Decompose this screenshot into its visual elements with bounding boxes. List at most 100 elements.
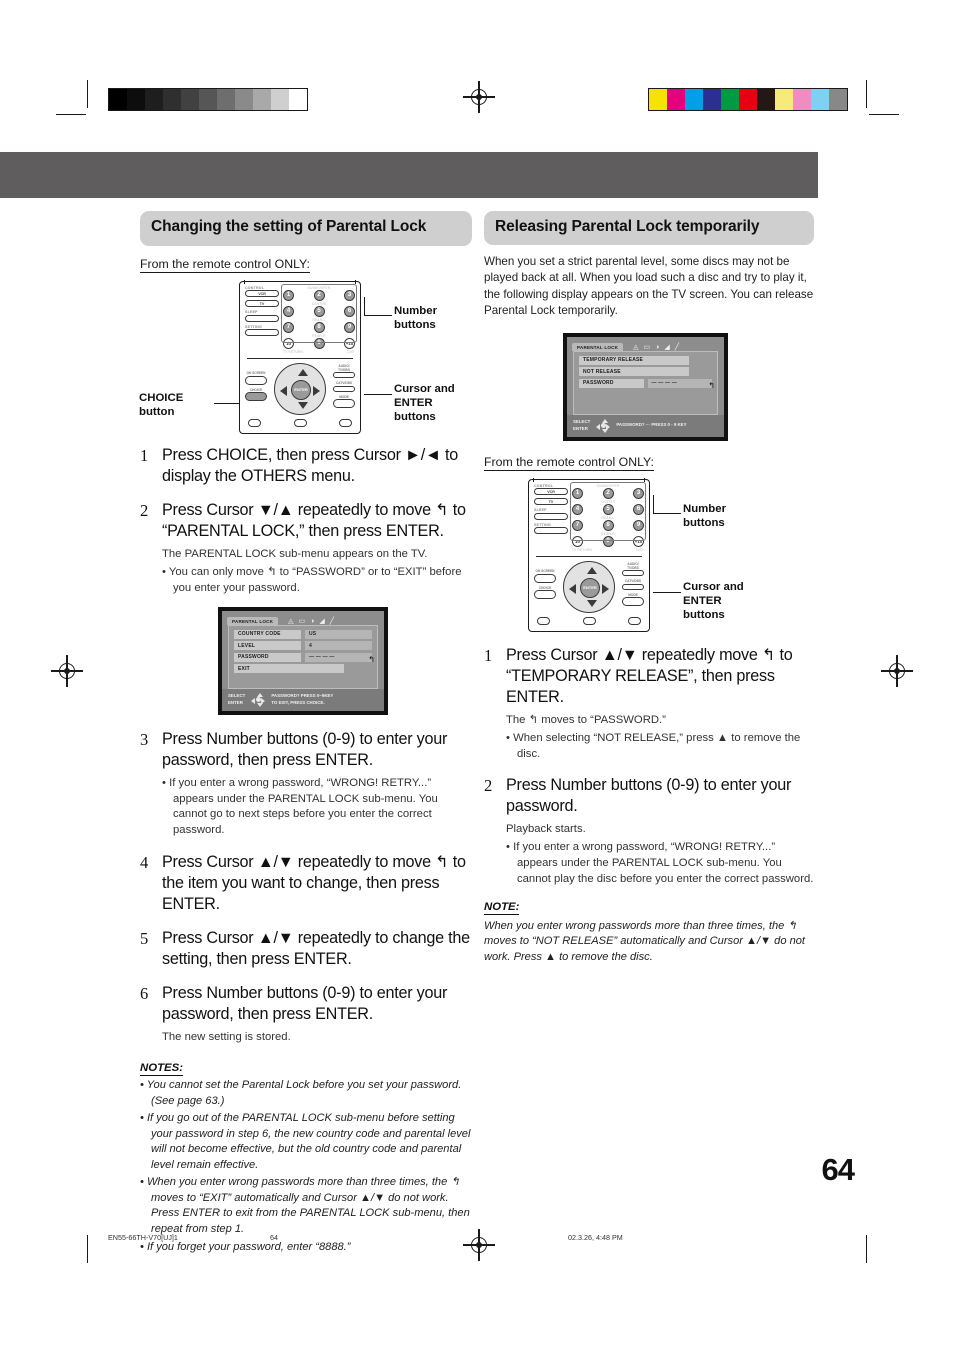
catv-dbs-switch[interactable] (622, 583, 644, 590)
mode-button[interactable] (622, 597, 644, 607)
tv-status-select-enter-right: SELECT ENTER (573, 419, 590, 432)
remote-bottom-key-2[interactable] (582, 616, 596, 625)
number-key-plus10[interactable]: +10 (633, 535, 644, 547)
cursor-down-button[interactable] (297, 401, 308, 409)
audio-tvdbs-switch[interactable] (333, 372, 355, 379)
step-2-left: 2 Press Cursor ▼/▲ repeatedly to move ↰ … (140, 500, 472, 597)
color-swatch-5 (739, 89, 757, 110)
leader-cursor-enter-left (364, 393, 392, 396)
number-key-0[interactable]: 0 (602, 535, 614, 547)
remote-right-side-column-right: AUDIO/ TV/DBS CATV/DBS MODE (622, 562, 644, 610)
crop-mark-top-right-v (866, 80, 868, 108)
remote-bottom-key-2[interactable] (293, 418, 307, 427)
step-2-right-bullet-1: • If you enter a wrong password, “WRONG!… (506, 841, 814, 885)
step-4-left-text: Press Cursor ▲/▼ repeatedly to move ↰ to… (162, 852, 466, 914)
tv-row-level[interactable]: LEVEL 4 (234, 641, 372, 651)
tv-status-select-right: SELECT (573, 419, 591, 425)
tv-row-password-right[interactable]: PASSWORD — — — — ↰ (579, 378, 715, 390)
cursor-up-button[interactable] (297, 368, 308, 376)
number-key-9[interactable]: 9 (633, 519, 644, 531)
from-remote-control-note-left: From the remote control ONLY: (140, 256, 310, 273)
cursor-right-button[interactable] (313, 386, 320, 397)
remote-bottom-key-3[interactable] (628, 616, 641, 625)
number-key-7[interactable]: 7 (283, 321, 294, 333)
left-column: Changing the setting of Parental Lock Fr… (139, 211, 472, 1255)
cursor-right-button[interactable] (602, 584, 609, 595)
number-key-10[interactable]: 10 (572, 535, 583, 547)
cursor-up-button[interactable] (586, 566, 597, 574)
remote-bottom-key-1[interactable] (248, 418, 261, 427)
number-key-1[interactable]: 1 (283, 289, 294, 301)
number-key-10[interactable]: 10 (283, 337, 294, 349)
number-key-0[interactable]: 0 (313, 337, 325, 349)
number-key-8[interactable]: 8 (313, 321, 325, 333)
choice-button[interactable] (534, 590, 556, 600)
cursor-down-button[interactable] (586, 599, 597, 607)
number-key-6[interactable]: 6 (344, 305, 355, 317)
tv-button[interactable]: TV (245, 300, 279, 308)
audio-tvdbs-switch[interactable] (622, 570, 644, 577)
gray-swatch-8 (253, 89, 271, 110)
remote-divider (247, 357, 353, 359)
right-column: Releasing Parental Lock temporarily When… (484, 211, 814, 965)
on-screen-button[interactable] (534, 573, 556, 583)
tv-row-not-release[interactable]: NOT RELEASE (579, 367, 712, 377)
tv-label-level: LEVEL (234, 641, 301, 651)
tv-row-temporary-release[interactable]: TEMPORARY RELEASE (579, 355, 712, 365)
number-key-1[interactable]: 1 (572, 487, 583, 499)
leader-number-buttons-right-v (653, 494, 655, 514)
tv-row-password[interactable]: PASSWORD — — — — ↰ (234, 652, 375, 664)
sleep-button[interactable] (245, 314, 279, 322)
gray-swatch-1 (127, 89, 145, 110)
tv-status-hint-1-right: PASSWORD? ··· PRESS 0 - 9 KEY (616, 422, 687, 428)
tv-status-select-enter-left: SELECT ENTER (228, 693, 245, 706)
number-key-8[interactable]: 8 (602, 519, 614, 531)
leader-number-buttons-right (653, 512, 681, 515)
number-key-3[interactable]: 3 (633, 487, 644, 499)
tv-value-password-right: — — — — (647, 378, 712, 388)
number-key-7[interactable]: 7 (572, 519, 583, 531)
color-swatch-9 (811, 89, 829, 110)
number-key-4[interactable]: 4 (283, 305, 294, 317)
catv-dbs-switch[interactable] (333, 385, 355, 392)
gray-swatch-6 (217, 89, 235, 110)
gray-swatch-10 (289, 89, 307, 110)
choice-button[interactable] (245, 392, 267, 402)
remote-bottom-key-3[interactable] (339, 418, 352, 427)
remote-bottom-key-1[interactable] (537, 616, 550, 625)
pen-icon: ╱ (329, 617, 334, 625)
enter-button[interactable]: ENTER (291, 379, 311, 400)
note-left-3: • When you enter wrong passwords more th… (140, 1176, 470, 1235)
number-key-6[interactable]: 6 (633, 503, 644, 515)
gray-swatch-5 (199, 89, 217, 110)
step-6-left-sub: The new setting is stored. (162, 1031, 291, 1044)
tv-row-exit[interactable]: EXIT (234, 664, 372, 674)
enter-button[interactable]: ENTER (580, 577, 600, 598)
note-left-4: • If you forget your password, enter “88… (140, 1240, 351, 1253)
registration-mark-right (881, 655, 913, 687)
setting-button[interactable] (534, 527, 568, 535)
number-key-plus10[interactable]: +10 (344, 337, 355, 349)
vcr-button[interactable]: VCR (245, 290, 279, 298)
number-key-9[interactable]: 9 (344, 321, 355, 333)
number-key-4[interactable]: 4 (572, 503, 583, 515)
cursor-left-button[interactable] (569, 584, 576, 595)
number-key-5[interactable]: 5 (313, 305, 325, 317)
callout-choice-left-text: CHOICE button (139, 391, 184, 418)
cursor-wheel-right[interactable]: ENTER (563, 560, 615, 613)
cursor-wheel[interactable]: ENTER (274, 362, 326, 415)
tv-button[interactable]: TV (534, 498, 568, 506)
cursor-left-button[interactable] (280, 386, 287, 397)
setting-button[interactable] (245, 329, 279, 337)
number-key-3[interactable]: 3 (344, 289, 355, 301)
number-key-2[interactable]: 2 (313, 289, 325, 301)
on-screen-button[interactable] (245, 375, 267, 385)
number-key-2[interactable]: 2 (602, 487, 614, 499)
mode-button[interactable] (333, 399, 355, 409)
number-key-5[interactable]: 5 (602, 503, 614, 515)
tv-row-country-code[interactable]: COUNTRY CODE US (234, 629, 372, 639)
step-3-left: 3 Press Number buttons (0-9) to enter yo… (140, 729, 472, 839)
sleep-button[interactable] (534, 512, 568, 520)
vcr-button[interactable]: VCR (534, 488, 568, 496)
tv-status-select-left: SELECT (228, 692, 246, 698)
